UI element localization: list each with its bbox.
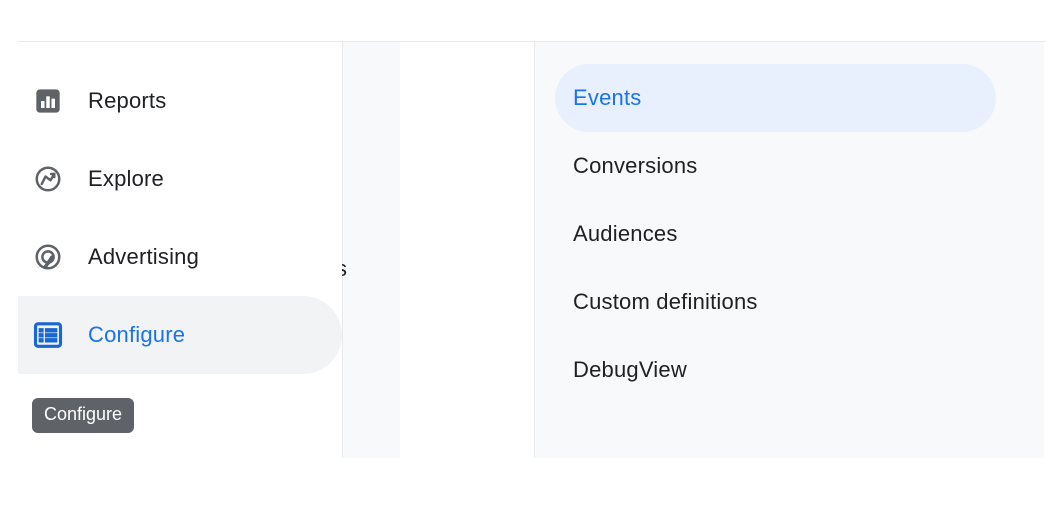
submenu-label: DebugView xyxy=(573,357,687,383)
tooltip-configure: Configure xyxy=(32,398,134,433)
nav-item-reports[interactable]: Reports xyxy=(18,62,342,140)
submenu-item-events[interactable]: Events xyxy=(555,64,996,132)
submenu-label: Events xyxy=(573,85,641,111)
reports-icon xyxy=(32,85,64,117)
explore-icon xyxy=(32,163,64,195)
submenu-item-custom-definitions[interactable]: Custom definitions xyxy=(555,268,996,336)
submenu-label: Conversions xyxy=(573,153,697,179)
nav-item-advertising[interactable]: Advertising xyxy=(18,218,342,296)
nav-label: Explore xyxy=(88,166,164,192)
submenu-label: Custom definitions xyxy=(573,289,758,315)
nav-label: Configure xyxy=(88,322,185,348)
submenu-item-conversions[interactable]: Conversions xyxy=(555,132,996,200)
submenu-item-audiences[interactable]: Audiences xyxy=(555,200,996,268)
submenu-label: Audiences xyxy=(573,221,678,247)
advertising-icon xyxy=(32,241,64,273)
primary-nav: Reports Explore Advertising xyxy=(18,42,342,458)
nav-label: Reports xyxy=(88,88,166,114)
content-backdrop-left xyxy=(342,42,400,458)
nav-label: Advertising xyxy=(88,244,199,270)
configure-submenu: Events Conversions Audiences Custom defi… xyxy=(534,42,1044,458)
nav-item-configure[interactable]: Configure xyxy=(18,296,342,374)
submenu-item-debugview[interactable]: DebugView xyxy=(555,336,996,404)
nav-item-explore[interactable]: Explore xyxy=(18,140,342,218)
configure-icon xyxy=(32,319,64,351)
